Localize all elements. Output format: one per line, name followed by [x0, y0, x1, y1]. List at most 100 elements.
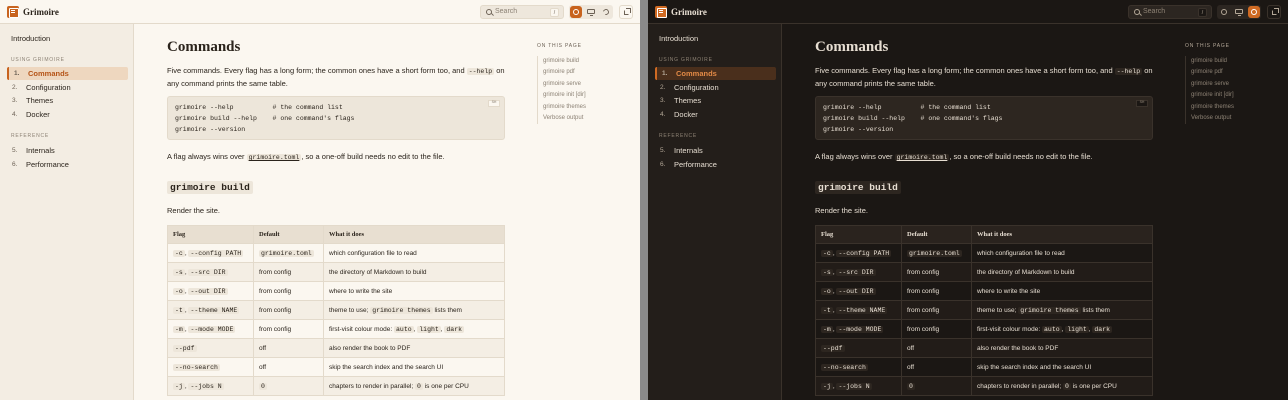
code-block: grimoire --help # the command list grimoi… — [167, 96, 505, 140]
code-block: grimoire --help # the command list grimoi… — [815, 96, 1153, 140]
inline-code: --jobs N — [836, 382, 872, 390]
sidebar-item-configuration[interactable]: 2. Configuration — [655, 81, 776, 94]
search-icon — [486, 9, 492, 15]
toc-link[interactable]: grimoire init [dir] — [543, 90, 637, 101]
toc-link[interactable]: grimoire pdf — [1191, 67, 1285, 78]
inline-code: --config PATH — [836, 249, 892, 257]
inline-code: --out DIR — [188, 287, 228, 295]
sidebar-item-label: Configuration — [26, 82, 71, 92]
code-language-badge[interactable]: SH — [1136, 100, 1148, 107]
sidebar-item-themes[interactable]: 3. Themes — [7, 94, 128, 107]
table-cell: off — [253, 357, 324, 377]
table-cell: theme to use; grimoire themes lists them — [323, 300, 505, 320]
table-cell: --pdf — [815, 338, 902, 358]
monitor-icon — [587, 9, 595, 16]
toc-link[interactable]: grimoire themes — [1191, 102, 1285, 113]
light-mode-pane: Grimoire Search / Introduction Using Gri… — [0, 0, 640, 400]
table-cell: the directory of Markdown to build — [971, 262, 1153, 282]
sidebar-item-label: Docker — [674, 109, 698, 119]
open-external-button[interactable] — [1267, 5, 1281, 19]
light-mode-button[interactable] — [570, 6, 582, 18]
table-cell: 0 — [253, 376, 324, 396]
column-header: Flag — [815, 225, 902, 244]
sidebar-item-introduction[interactable]: Introduction — [11, 34, 50, 43]
section-heading[interactable]: grimoire build — [815, 181, 901, 194]
site-title[interactable]: Grimoire — [671, 7, 707, 17]
sidebar-item-performance[interactable]: 6. Performance — [655, 158, 776, 171]
toc-heading: On this page — [1185, 43, 1230, 49]
inline-code: --theme NAME — [188, 306, 240, 314]
pane-divider — [640, 0, 648, 400]
light-mode-button[interactable] — [1218, 6, 1230, 18]
sidebar-item-internals[interactable]: 5. Internals — [655, 144, 776, 157]
table-cell: -t, --theme NAME — [815, 300, 902, 320]
toc-link[interactable]: Verbose output — [1191, 113, 1285, 124]
code-line: grimoire --version — [823, 126, 894, 133]
search-box[interactable]: Search / — [480, 5, 564, 19]
config-file-link[interactable]: grimoire.toml — [894, 154, 950, 161]
section-heading[interactable]: grimoire build — [167, 181, 253, 194]
cell-text: off — [907, 344, 915, 352]
sidebar-section-heading: Reference — [659, 133, 698, 139]
intro-text: Five commands. Every flag has a long for… — [815, 66, 1115, 75]
table-row: -t, --theme NAME from config theme to use;… — [167, 300, 505, 320]
page-title: Commands — [167, 39, 241, 55]
flag-paragraph: A flag always wins over grimoire.toml, s… — [815, 151, 1155, 164]
config-file-link[interactable]: grimoire.toml — [246, 154, 302, 161]
sidebar-item-number: 3. — [660, 97, 666, 105]
flags-table: Flag Default What it does -c, --config P… — [167, 225, 505, 396]
toc-link[interactable]: grimoire serve — [1191, 79, 1285, 90]
colour-mode-toggle — [569, 5, 613, 19]
code-language-badge[interactable]: SH — [488, 100, 500, 107]
inline-code: grimoire themes — [1018, 306, 1081, 314]
open-external-button[interactable] — [619, 5, 633, 19]
sidebar-item-introduction[interactable]: Introduction — [659, 34, 698, 43]
table-cell: also render the book to PDF — [971, 338, 1153, 358]
search-box[interactable]: Search / — [1128, 5, 1212, 19]
table-cell: --no-search — [167, 357, 254, 377]
inline-code: -c — [173, 249, 185, 257]
sidebar-item-commands[interactable]: 1. Commands — [655, 67, 776, 80]
inline-code: --no-search — [173, 363, 220, 371]
auto-mode-button[interactable] — [1233, 6, 1245, 18]
toc-link[interactable]: grimoire pdf — [543, 67, 637, 78]
inline-code: -j — [173, 382, 185, 390]
table-cell: 0 — [901, 376, 972, 396]
toc-link[interactable]: grimoire themes — [543, 102, 637, 113]
inline-code: -m — [173, 325, 185, 333]
sidebar-item-performance[interactable]: 6. Performance — [7, 158, 128, 171]
table-row: -o, --out DIR from config where to write t… — [167, 281, 505, 301]
top-bar: Grimoire Search / — [648, 0, 1288, 24]
table-cell: from config — [901, 300, 972, 320]
sidebar-item-number: 3. — [12, 97, 18, 105]
sidebar-item-configuration[interactable]: 2. Configuration — [7, 81, 128, 94]
sidebar-item-docker[interactable]: 4. Docker — [7, 108, 128, 121]
toc-link[interactable]: Verbose output — [543, 113, 637, 124]
dark-mode-button[interactable] — [600, 6, 612, 18]
cell-text: theme to use; — [977, 306, 1019, 314]
toc-link[interactable]: grimoire build — [543, 56, 637, 67]
sidebar-item-number: 6. — [660, 160, 666, 168]
table-cell: chapters to render in parallel; 0 is one… — [323, 376, 505, 396]
toc-link[interactable]: grimoire build — [1191, 56, 1285, 67]
grimoire-logo-icon[interactable] — [7, 6, 19, 18]
table-cell: first-visit colour mode: auto, light, da… — [323, 319, 505, 339]
grimoire-logo-icon[interactable] — [655, 6, 667, 18]
toc-link[interactable]: grimoire init [dir] — [1191, 90, 1285, 101]
sidebar-item-label: Performance — [26, 159, 69, 169]
inline-code: -o — [173, 287, 185, 295]
cell-text: off — [907, 363, 915, 371]
table-row: -s, --src DIR from config the directory of… — [167, 262, 505, 282]
sidebar-item-internals[interactable]: 5. Internals — [7, 144, 128, 157]
sidebar-item-themes[interactable]: 3. Themes — [655, 94, 776, 107]
site-title[interactable]: Grimoire — [23, 7, 59, 17]
toc-link[interactable]: grimoire serve — [543, 79, 637, 90]
table-cell: skip the search index and the search UI — [323, 357, 505, 377]
dark-mode-button[interactable] — [1248, 6, 1260, 18]
monitor-icon — [1235, 9, 1243, 16]
sidebar-item-docker[interactable]: 4. Docker — [655, 108, 776, 121]
auto-mode-button[interactable] — [585, 6, 597, 18]
table-cell: from config — [901, 319, 972, 339]
sidebar-item-commands[interactable]: 1. Commands — [7, 67, 128, 80]
table-row: --no-search off skip the search index and … — [167, 357, 505, 377]
